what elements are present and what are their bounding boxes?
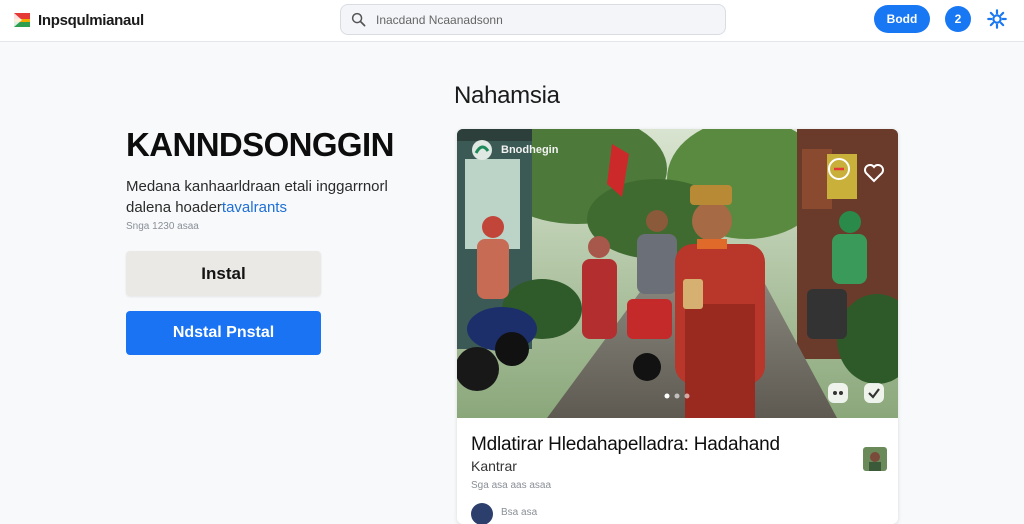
card-title[interactable]: Mdlatirar Hledahapelladra: Hadahand	[471, 434, 780, 456]
hero-title: KANNDSONGGIN	[126, 126, 394, 163]
app-name: Inpsqulmianaul	[38, 11, 144, 29]
alert-badge-icon[interactable]	[827, 157, 851, 181]
gear-icon[interactable]	[986, 8, 1008, 30]
hero-description: Medana kanhaarldraan etali inggarrnorl d…	[126, 176, 406, 218]
top-navigation-bar: Inpsqulmianaul Bodd 2	[0, 0, 1024, 42]
author-name[interactable]: Bsa asa	[501, 507, 537, 518]
photo-tag-label: Bnodhegin	[501, 144, 559, 156]
hero-description-line2: dalena hoader	[126, 199, 222, 216]
section-label: Nahamsia	[454, 82, 560, 109]
feature-card[interactable]: Bnodhegin Mdlatirar Hledahapelladra: Had…	[457, 129, 898, 524]
brand[interactable]: Inpsqulmianaul	[12, 8, 144, 32]
flag-logo-icon	[14, 13, 30, 27]
hero-description-link[interactable]: tavalrants	[222, 199, 287, 216]
heart-icon[interactable]	[862, 161, 886, 185]
install-button[interactable]: Instal	[126, 251, 321, 296]
card-meta: Sga asa aas asaa	[471, 480, 552, 491]
search-input[interactable]	[376, 12, 696, 27]
card-thumbnail[interactable]	[863, 447, 887, 471]
circle-logo-icon	[472, 140, 492, 160]
hero-description-line1: Medana kanhaarldraan etali inggarrnorl	[126, 178, 388, 195]
author-avatar[interactable]	[471, 503, 493, 524]
search-icon	[351, 12, 366, 27]
user-avatar[interactable]: 2	[945, 6, 971, 32]
expand-icon[interactable]	[826, 381, 850, 405]
hero-meta: Snga 1230 asaa	[126, 221, 199, 232]
install-primary-button[interactable]: Ndstal Pnstal	[126, 311, 321, 355]
header-action-button[interactable]: Bodd	[874, 5, 930, 33]
search-bar[interactable]	[340, 4, 726, 35]
photo-tag[interactable]: Bnodhegin	[471, 137, 558, 163]
card-subtitle: Kantrar	[471, 458, 517, 474]
check-icon[interactable]	[862, 381, 886, 405]
